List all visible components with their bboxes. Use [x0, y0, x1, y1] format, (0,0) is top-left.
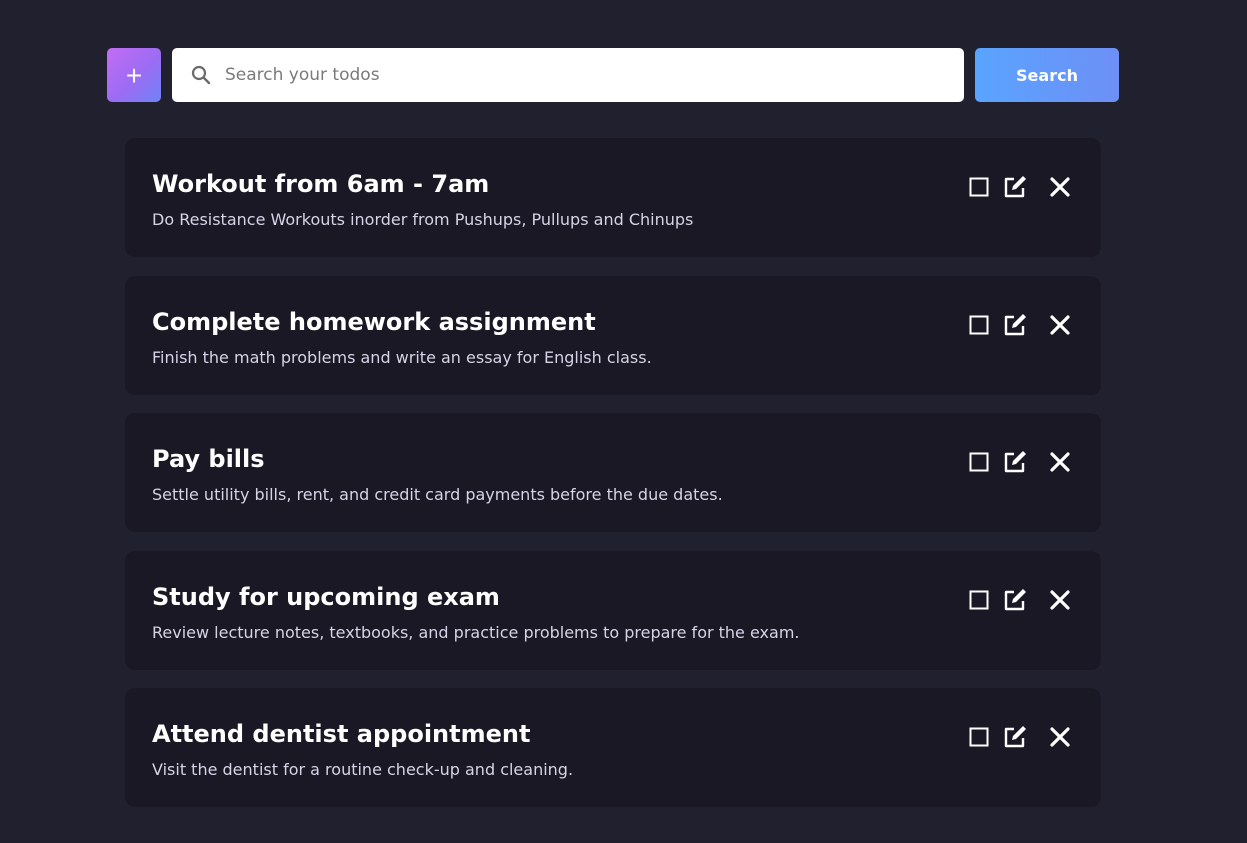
- todo-description: Settle utility bills, rent, and credit c…: [152, 485, 723, 504]
- checkbox-icon[interactable]: [967, 724, 991, 750]
- plus-icon: +: [125, 60, 143, 91]
- edit-icon[interactable]: [1003, 174, 1029, 200]
- checkbox-icon[interactable]: [967, 449, 991, 475]
- todo-title: Pay bills: [152, 445, 265, 473]
- todo-title: Workout from 6am - 7am: [152, 170, 490, 198]
- todo-item: Workout from 6am - 7am Do Resistance Wor…: [125, 138, 1101, 257]
- todo-title: Complete homework assignment: [152, 307, 596, 336]
- todo-description: Do Resistance Workouts inorder from Push…: [152, 210, 694, 229]
- close-icon[interactable]: [1047, 587, 1073, 613]
- edit-icon[interactable]: [1003, 724, 1029, 750]
- search-input[interactable]: [223, 54, 927, 96]
- checkbox-icon[interactable]: [967, 312, 991, 338]
- edit-icon[interactable]: [1003, 449, 1029, 475]
- close-icon[interactable]: [1047, 312, 1073, 338]
- edit-icon[interactable]: [1003, 587, 1029, 613]
- todo-title: Study for upcoming exam: [152, 582, 500, 611]
- edit-icon[interactable]: [1003, 312, 1029, 338]
- todo-title: Attend dentist appointment: [152, 720, 531, 748]
- todo-description: Visit the dentist for a routine check-up…: [152, 760, 574, 779]
- search-box[interactable]: [172, 48, 964, 102]
- toolbar: + Search: [107, 48, 1119, 102]
- checkbox-icon[interactable]: [967, 174, 991, 200]
- search-icon: [191, 65, 211, 85]
- todo-description: Review lecture notes, textbooks, and pra…: [152, 622, 800, 642]
- todo-actions: [967, 724, 1077, 750]
- todo-item: Study for upcoming exam Review lecture n…: [125, 550, 1101, 670]
- todo-item: Attend dentist appointment Visit the den…: [125, 688, 1101, 807]
- todo-actions: [967, 312, 1077, 338]
- checkbox-icon[interactable]: [967, 587, 991, 613]
- search-button[interactable]: Search: [975, 48, 1119, 102]
- todo-item: Pay bills Settle utility bills, rent, an…: [125, 413, 1101, 532]
- close-icon[interactable]: [1047, 449, 1073, 475]
- todo-description: Finish the math problems and write an es…: [152, 347, 652, 367]
- close-icon[interactable]: [1047, 174, 1073, 200]
- close-icon[interactable]: [1047, 724, 1073, 750]
- add-todo-button[interactable]: +: [107, 48, 161, 102]
- todo-list: Workout from 6am - 7am Do Resistance Wor…: [125, 138, 1101, 826]
- todo-actions: [967, 174, 1077, 200]
- todo-actions: [967, 587, 1077, 613]
- todo-item: Complete homework assignment Finish the …: [125, 275, 1101, 395]
- todo-actions: [967, 449, 1077, 475]
